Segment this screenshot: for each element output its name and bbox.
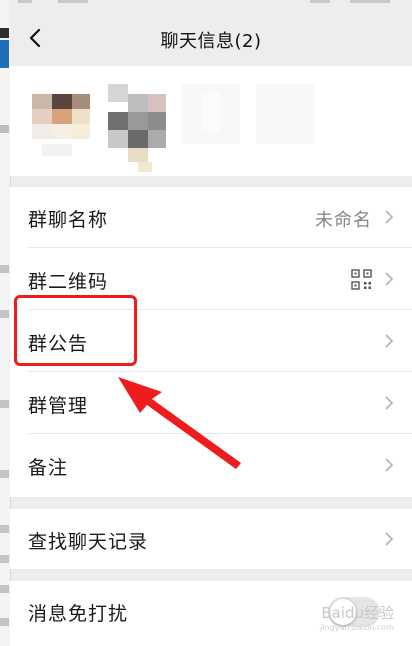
- page-title: 聊天信息(2): [160, 31, 262, 52]
- member-avatar[interactable]: [108, 84, 166, 174]
- group-manage-label: 群管理: [28, 395, 89, 417]
- divider: [28, 371, 412, 372]
- group-name-value: 未命名: [315, 210, 372, 231]
- qr-code-icon: [351, 269, 372, 290]
- remark-row[interactable]: 备注: [10, 435, 412, 496]
- highlight-box: [14, 295, 137, 366]
- group-qr-label: 群二维码: [28, 271, 109, 293]
- divider: [28, 433, 412, 434]
- group-name-row[interactable]: 群聊名称 未命名: [10, 187, 412, 248]
- chevron-right-icon: [385, 396, 394, 410]
- search-history-card: 查找聊天记录: [10, 509, 412, 569]
- chevron-right-icon: [385, 210, 394, 224]
- chevron-right-icon: [385, 272, 394, 286]
- chevron-right-icon: [385, 458, 394, 472]
- watermark-text: Baidu经验: [321, 604, 394, 622]
- chevron-right-icon: [385, 532, 394, 546]
- add-member-slot[interactable]: [182, 84, 240, 174]
- group-name-label: 群聊名称: [28, 209, 109, 231]
- member-avatars: [10, 66, 412, 176]
- member-avatar[interactable]: [32, 84, 90, 174]
- watermark-url: jingyan.baidu.com: [320, 623, 394, 632]
- group-manage-row[interactable]: 群管理: [10, 373, 412, 434]
- remove-member-slot[interactable]: [256, 84, 314, 174]
- search-history-row[interactable]: 查找聊天记录: [10, 509, 412, 569]
- mute-label: 消息免打扰: [28, 603, 129, 625]
- search-history-label: 查找聊天记录: [28, 531, 149, 553]
- status-bar: [10, 0, 412, 14]
- remark-label: 备注: [28, 457, 69, 479]
- divider: [28, 247, 412, 248]
- watermark: Baidu经验 jingyan.baidu.com: [320, 602, 394, 632]
- navigation-bar: 聊天信息(2): [10, 14, 412, 66]
- chevron-right-icon: [385, 334, 394, 348]
